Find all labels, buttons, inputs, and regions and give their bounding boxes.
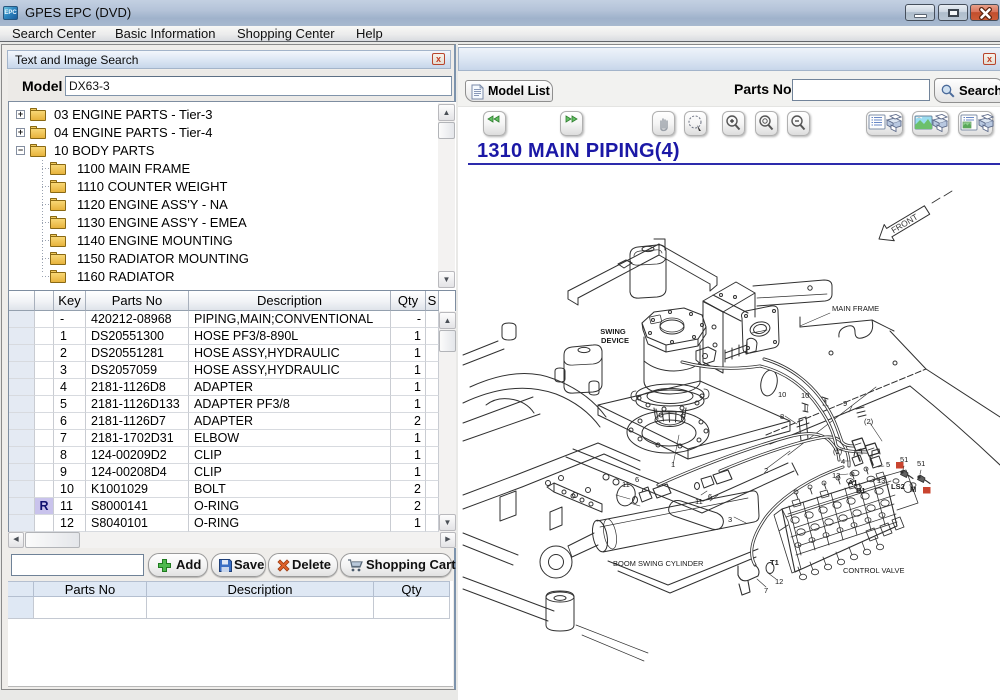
svg-text:(1): (1) <box>833 447 843 456</box>
svg-text:51: 51 <box>917 459 925 468</box>
svg-text:6: 6 <box>635 475 639 484</box>
svg-text:10: 10 <box>801 391 809 400</box>
svg-text:6: 6 <box>708 492 712 501</box>
svg-text:11: 11 <box>695 497 703 506</box>
svg-text:(2): (2) <box>864 417 874 426</box>
svg-text:51: 51 <box>900 455 908 464</box>
svg-text:11: 11 <box>622 480 630 489</box>
svg-text:7: 7 <box>764 586 768 595</box>
svg-text:4: 4 <box>841 457 845 466</box>
svg-text:5: 5 <box>886 460 890 469</box>
svg-text:8: 8 <box>780 412 784 421</box>
svg-text:M: M <box>910 485 916 494</box>
svg-text:10: 10 <box>778 390 786 399</box>
svg-text:13: 13 <box>877 476 885 485</box>
svg-text:BOOM SWING CYLINDER: BOOM SWING CYLINDER <box>613 559 704 568</box>
svg-text:3: 3 <box>728 515 732 524</box>
svg-text:B1: B1 <box>856 486 866 495</box>
svg-text:13: 13 <box>832 471 840 480</box>
svg-text:CONTROL VALVE: CONTROL VALVE <box>843 566 905 575</box>
svg-text:12: 12 <box>775 577 783 586</box>
svg-text:LS2: LS2 <box>891 482 905 491</box>
svg-text:T1: T1 <box>770 558 779 567</box>
svg-text:9: 9 <box>843 399 847 408</box>
svg-text:SWING: SWING <box>600 327 626 336</box>
svg-text:1: 1 <box>671 460 675 469</box>
svg-text:MAIN FRAME: MAIN FRAME <box>832 304 879 313</box>
svg-text:2: 2 <box>764 466 768 475</box>
svg-text:DEVICE: DEVICE <box>601 336 629 345</box>
